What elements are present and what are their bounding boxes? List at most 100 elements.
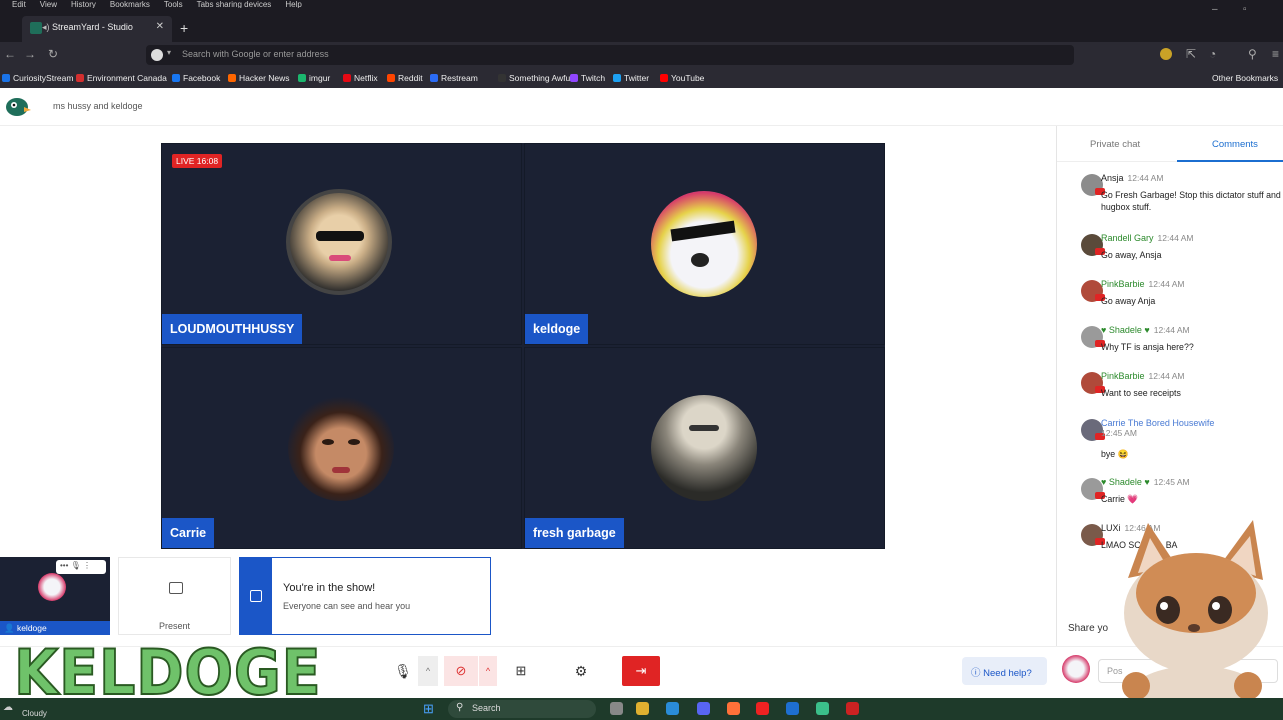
leave-studio-button[interactable]: ⇥ bbox=[622, 656, 660, 686]
tab-private-chat[interactable]: Private chat bbox=[1090, 139, 1140, 150]
camera-off-button[interactable]: ⊘ bbox=[444, 656, 478, 686]
share-label: Share yo bbox=[1068, 623, 1109, 634]
windows-start-icon[interactable]: ⊞ bbox=[423, 701, 434, 717]
message-text: Go Fresh Garbage! Stop this dictator stu… bbox=[1101, 190, 1281, 212]
share-screen-button[interactable]: ⊞ bbox=[510, 656, 532, 686]
obs-icon[interactable] bbox=[846, 702, 859, 715]
message-text: Carrie 💗 bbox=[1101, 494, 1139, 504]
bookmark-link[interactable]: Hacker News bbox=[228, 73, 290, 83]
message-text: bye 😆 bbox=[1101, 449, 1129, 459]
bookmark-label: Environment Canada bbox=[87, 73, 167, 83]
browser-menubar: Edit View History Bookmarks Tools Tabs sharin… bbox=[0, 0, 1283, 8]
app-icon[interactable] bbox=[816, 702, 829, 715]
participant-tile[interactable]: LOUDMOUTHHUSSY bbox=[161, 143, 522, 345]
discord-icon[interactable] bbox=[697, 702, 710, 715]
bookmark-favicon-icon bbox=[660, 74, 668, 82]
bookmark-link[interactable]: Environment Canada bbox=[76, 73, 167, 83]
bookmark-link[interactable]: Reddit bbox=[387, 73, 423, 83]
back-icon[interactable]: ← bbox=[4, 47, 16, 61]
bookmark-link[interactable]: CuriosityStream bbox=[2, 73, 73, 83]
bookmark-link[interactable]: Something Awful bbox=[498, 73, 572, 83]
app-icon[interactable] bbox=[756, 702, 769, 715]
mascot-image bbox=[1122, 520, 1268, 710]
bookmark-label: Twitch bbox=[581, 73, 606, 83]
bookmark-link[interactable]: Twitch bbox=[570, 73, 605, 83]
chevron-down-icon[interactable]: ▾ bbox=[167, 48, 171, 57]
message-time: 12:44 AM bbox=[1157, 233, 1194, 243]
speaker-icon[interactable]: ◂) bbox=[42, 22, 50, 33]
browser-tab[interactable]: ◂) StreamYard - Studio ✕ bbox=[22, 16, 172, 42]
address-bar[interactable]: ▾ Search with Google or enter address bbox=[146, 45, 1074, 65]
word-icon[interactable] bbox=[786, 702, 799, 715]
minimize-icon[interactable]: – bbox=[1212, 4, 1218, 15]
show-notice: You're in the show! Everyone can see and… bbox=[239, 557, 491, 635]
bookmark-label: Twitter bbox=[624, 73, 650, 83]
mic-options-button[interactable]: ^ bbox=[418, 656, 438, 686]
participant-name-tag: fresh garbage bbox=[525, 518, 624, 548]
participant-name-tag: LOUDMOUTHHUSSY bbox=[162, 314, 303, 344]
menu-icon[interactable]: ≡ bbox=[1272, 47, 1279, 61]
bookmarks-bar: CuriosityStream Environment Canada Faceboo… bbox=[0, 68, 1283, 88]
extensions-icon[interactable]: ⚲ bbox=[1248, 47, 1257, 61]
bookmark-link[interactable]: imgur bbox=[298, 73, 330, 83]
new-tab-button[interactable]: + bbox=[180, 20, 188, 36]
participant-tile[interactable]: Carrie bbox=[161, 347, 522, 549]
taskbar-search[interactable]: ⚲ Search bbox=[448, 700, 596, 718]
camera-options-button[interactable]: ^ bbox=[479, 656, 497, 686]
bookmark-favicon-icon bbox=[430, 74, 438, 82]
self-name-text: keldoge bbox=[16, 623, 47, 633]
message-author: ♥ Shadele ♥ bbox=[1101, 325, 1150, 335]
participant-avatar bbox=[651, 395, 757, 501]
person-icon bbox=[250, 590, 262, 602]
extension-icon[interactable] bbox=[1160, 48, 1172, 60]
tab-comments[interactable]: Comments bbox=[1212, 139, 1258, 150]
account-icon[interactable]: ◔ bbox=[1209, 47, 1216, 61]
other-bookmarks-folder[interactable]: Other Bookmarks bbox=[1212, 73, 1278, 83]
streamyard-logo bbox=[6, 98, 31, 116]
participant-avatar bbox=[286, 189, 392, 295]
message-time: 12:44 AM bbox=[1127, 173, 1164, 183]
bookmark-favicon-icon bbox=[343, 74, 351, 82]
close-tab-icon[interactable]: ✕ bbox=[156, 21, 164, 32]
file-explorer-icon[interactable] bbox=[636, 702, 649, 715]
participant-tile[interactable]: keldoge bbox=[524, 143, 885, 345]
settings-icon[interactable]: ⚙ bbox=[570, 656, 592, 686]
bookmark-favicon-icon bbox=[387, 74, 395, 82]
bookmark-label: YouTube bbox=[671, 73, 705, 83]
notice-stripe bbox=[240, 558, 272, 634]
message-author: Carrie The Bored Housewife bbox=[1101, 418, 1215, 428]
message-author: PinkBarbie bbox=[1101, 279, 1145, 289]
microphone-button[interactable]: 🎙 bbox=[392, 656, 414, 686]
present-button[interactable]: Present bbox=[118, 557, 231, 635]
google-icon bbox=[151, 49, 163, 61]
chat-tabs: Private chat Comments bbox=[1057, 126, 1283, 162]
bookmark-link[interactable]: Facebook bbox=[172, 73, 220, 83]
edge-icon[interactable] bbox=[666, 702, 679, 715]
task-view-icon[interactable] bbox=[610, 702, 623, 715]
bookmark-label: Facebook bbox=[183, 73, 221, 83]
reload-icon[interactable]: ↻ bbox=[48, 47, 58, 61]
self-view-options[interactable]: ••• 🎙 ⋮ bbox=[56, 560, 106, 574]
bookmark-label: Reddit bbox=[398, 73, 423, 83]
participant-avatar bbox=[288, 395, 394, 501]
share-icon[interactable]: ⇱ bbox=[1186, 47, 1196, 61]
need-help-button[interactable]: ⓘ Need help? bbox=[962, 657, 1047, 685]
restore-icon[interactable]: ▫ bbox=[1243, 4, 1247, 15]
present-label: Present bbox=[158, 621, 191, 631]
self-view[interactable]: ••• 🎙 ⋮ 👤 keldoge bbox=[0, 557, 110, 635]
bookmark-link[interactable]: Netflix bbox=[343, 73, 378, 83]
forward-icon[interactable]: → bbox=[24, 47, 36, 61]
app-header: ms hussy and keldoge bbox=[0, 88, 1283, 126]
bookmark-favicon-icon bbox=[228, 74, 236, 82]
participant-tile[interactable]: fresh garbage bbox=[524, 347, 885, 549]
streamyard-tab-icon bbox=[30, 22, 42, 34]
bookmark-link[interactable]: Restream bbox=[430, 73, 478, 83]
present-icon bbox=[169, 582, 183, 594]
bookmark-link[interactable]: Twitter bbox=[613, 73, 649, 83]
bookmark-favicon-icon bbox=[172, 74, 180, 82]
bookmark-label: imgur bbox=[309, 73, 331, 83]
firefox-icon[interactable] bbox=[727, 702, 740, 715]
message-time: 12:45 AM bbox=[1153, 477, 1190, 487]
bookmark-link[interactable]: YouTube bbox=[660, 73, 704, 83]
weather-label: Cloudy bbox=[22, 709, 47, 718]
